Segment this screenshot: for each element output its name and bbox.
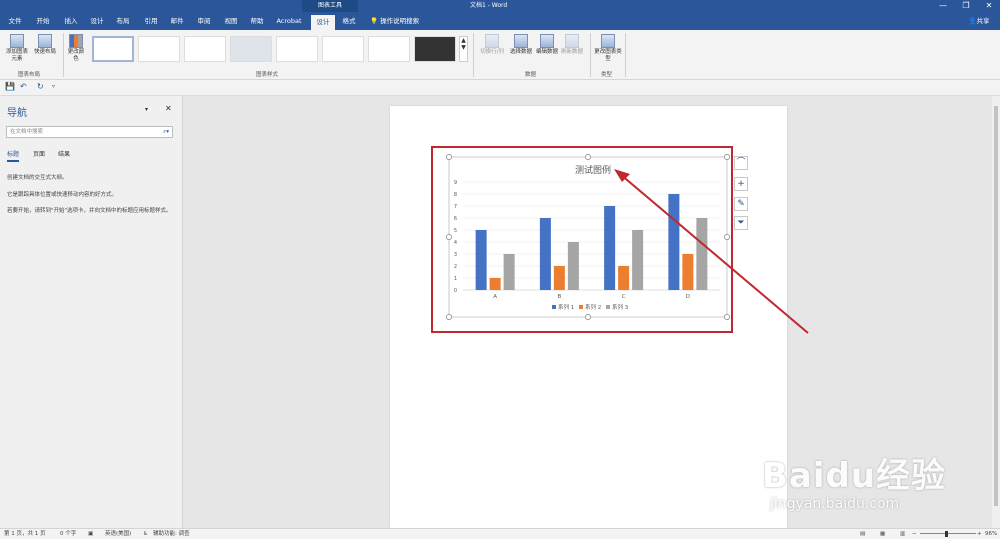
accessibility-status[interactable]: 辅助功能: 调查: [153, 529, 190, 539]
chart-filters-button[interactable]: ⏷: [734, 216, 748, 230]
y-tick-label: 4: [454, 240, 457, 246]
y-tick-label: 2: [454, 264, 457, 270]
proofing-icon[interactable]: ▣: [88, 529, 93, 539]
resize-handle[interactable]: [724, 154, 730, 160]
brush-icon: ✎: [737, 199, 745, 209]
layout-options-icon: ⌒: [736, 158, 746, 168]
chart-styles-button[interactable]: ✎: [734, 197, 748, 211]
resize-handle[interactable]: [585, 314, 591, 320]
plus-icon: +: [737, 179, 745, 189]
x-tick-label: C: [622, 294, 626, 300]
y-tick-label: 9: [454, 180, 457, 186]
bar[interactable]: [553, 266, 565, 290]
resize-handle[interactable]: [585, 154, 591, 160]
y-tick-label: 7: [454, 204, 457, 210]
status-bar: 第 1 页，共 1 页 0 个字 ▣ 英语(美国) ♿ 辅助功能: 调查 ▤ ▦…: [0, 528, 1000, 539]
bar[interactable]: [668, 194, 680, 290]
legend-swatch: [552, 305, 556, 309]
legend-label: 系列 2: [585, 303, 601, 311]
zoom-slider[interactable]: [920, 533, 976, 534]
y-tick-label: 0: [454, 288, 457, 294]
bar[interactable]: [696, 218, 708, 290]
web-layout-icon[interactable]: ▥: [900, 529, 905, 539]
resize-handle[interactable]: [724, 234, 730, 240]
chart-area[interactable]: [448, 156, 728, 318]
resize-handle[interactable]: [724, 314, 730, 320]
bar[interactable]: [604, 206, 616, 290]
y-tick-label: 5: [454, 228, 457, 234]
x-tick-label: A: [493, 294, 497, 300]
y-tick-label: 1: [454, 276, 457, 282]
zoom-in-icon[interactable]: +: [977, 529, 982, 539]
layout-options-button[interactable]: ⌒: [734, 156, 748, 170]
zoom-out-icon[interactable]: −: [912, 529, 917, 539]
y-tick-label: 8: [454, 192, 457, 198]
chart-elements-button[interactable]: +: [734, 177, 748, 191]
y-tick-label: 3: [454, 252, 457, 258]
y-tick-label: 6: [454, 216, 457, 222]
x-tick-label: B: [557, 294, 561, 300]
page-count[interactable]: 第 1 页，共 1 页: [4, 529, 46, 539]
watermark-main-text: Baidu经验: [762, 456, 947, 496]
resize-handle[interactable]: [446, 314, 452, 320]
bar[interactable]: [503, 254, 515, 290]
legend-swatch: [606, 305, 610, 309]
bar[interactable]: [632, 230, 644, 290]
zoom-slider-thumb[interactable]: [945, 531, 948, 537]
bar[interactable]: [682, 254, 694, 290]
word-count[interactable]: 0 个字: [60, 529, 76, 539]
filter-icon: ⏷: [737, 218, 745, 228]
bar[interactable]: [539, 218, 551, 290]
bar[interactable]: [475, 230, 487, 290]
language-status[interactable]: 英语(美国): [105, 529, 131, 539]
chart-title[interactable]: 测试图例: [575, 164, 611, 176]
bar[interactable]: [567, 242, 579, 290]
resize-handle[interactable]: [446, 234, 452, 240]
legend-label: 系列 1: [558, 303, 574, 311]
x-tick-label: D: [686, 294, 690, 300]
zoom-level[interactable]: 96%: [985, 529, 997, 539]
accessibility-icon: ♿: [143, 531, 148, 537]
bar[interactable]: [618, 266, 630, 290]
bar[interactable]: [489, 278, 501, 290]
baidu-watermark: Baidu经验 jingyan.baidu.com: [762, 430, 992, 520]
resize-handle[interactable]: [446, 154, 452, 160]
legend-label: 系列 3: [612, 303, 629, 311]
watermark-sub-text: jingyan.baidu.com: [770, 496, 900, 512]
legend-swatch: [579, 305, 583, 309]
read-mode-icon[interactable]: ▤: [860, 529, 865, 539]
print-layout-icon[interactable]: ▦: [880, 529, 885, 539]
